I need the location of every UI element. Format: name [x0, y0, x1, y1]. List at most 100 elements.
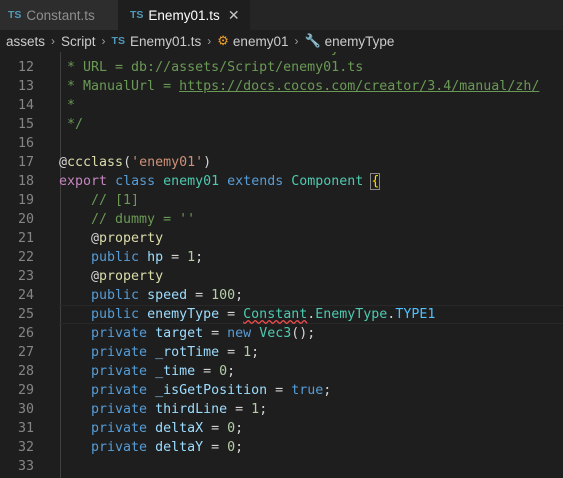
tab-label: Constant.ts [26, 7, 95, 23]
code-line[interactable]: 25 public enemyType = Constant.EnemyType… [0, 305, 563, 324]
breadcrumb-property[interactable]: 🔧 enemyType [304, 33, 394, 49]
breadcrumb-class-label: enemy01 [232, 33, 289, 49]
code-line[interactable]: 24 public speed = 100; [0, 286, 563, 305]
code-token: Vec3 [259, 326, 292, 341]
class-symbol-icon: ⚙ [217, 33, 229, 48]
code-token: */ [59, 117, 84, 132]
code-token: private [59, 421, 148, 436]
code-token: ; [323, 383, 332, 398]
code-line[interactable]: 17 @ccclass('enemy01') [0, 153, 563, 172]
typescript-file-icon: TS [8, 9, 22, 21]
code-line[interactable]: 20 // dummy = '' [0, 210, 563, 229]
line-number: 15 [17, 117, 34, 132]
chevron-right-icon: › [294, 34, 299, 48]
code-text: private target = new Vec3(); [59, 324, 315, 343]
code-token: ; [235, 288, 244, 303]
code-line[interactable]: 16 [0, 134, 563, 153]
breadcrumb-class[interactable]: ⚙ enemy01 [217, 33, 288, 49]
breadcrumb-assets[interactable]: assets [6, 34, 45, 49]
chevron-right-icon: › [101, 34, 106, 48]
line-number: 28 [17, 364, 34, 379]
line-number: 25 [17, 307, 34, 322]
code-text: * URL = db://assets/Script/enemy01.ts [59, 58, 363, 77]
code-line[interactable]: 31 private deltaX = 0; [0, 419, 563, 438]
code-text: @ccclass('enemy01') [59, 153, 211, 172]
line-number: 31 [17, 421, 34, 436]
chevron-right-icon: › [51, 34, 56, 48]
line-number: 33 [17, 459, 34, 474]
line-number: 22 [17, 250, 34, 265]
tab-enemy01-ts[interactable]: TS Enemy01.ts ✕ [118, 0, 250, 30]
code-token: 1 [187, 250, 196, 265]
code-token: enemyType [147, 307, 220, 322]
line-number: 21 [17, 231, 34, 246]
code-token: private [59, 345, 148, 360]
code-line[interactable]: 19 // [1] [0, 191, 563, 210]
code-token: { [370, 173, 381, 190]
code-token: private [59, 440, 148, 455]
code-token: ; [235, 421, 244, 436]
line-number: 19 [17, 193, 34, 208]
code-line[interactable]: 21 @property [0, 229, 563, 248]
code-text: * ManualUrl = https://docs.cocos.com/cre… [59, 77, 539, 96]
code-text: export class enemy01 extends Component { [59, 172, 381, 191]
code-token: ) [203, 155, 212, 170]
code-text: // dummy = '' [59, 210, 195, 229]
code-line[interactable]: 32 private deltaY = 0; [0, 438, 563, 457]
code-token: (); [291, 326, 316, 341]
code-line[interactable]: 29 private _isGetPosition = true; [0, 381, 563, 400]
code-token: TYPE1 [395, 307, 436, 322]
code-token: 1 [251, 402, 260, 417]
typescript-file-icon: TS [130, 9, 144, 21]
code-token: hp [147, 250, 164, 265]
line-number: 14 [17, 98, 34, 113]
code-token: 100 [211, 288, 236, 303]
code-token: ; [227, 364, 236, 379]
code-token: export [59, 174, 108, 189]
code-editor[interactable]: 11 * FileBasenameNoExtension = enemy0112… [0, 52, 563, 478]
tab-constant-ts[interactable]: TS Constant.ts [0, 0, 118, 30]
code-token: ccclass [67, 155, 124, 170]
code-line[interactable]: 26 private target = new Vec3(); [0, 324, 563, 343]
code-token: private [59, 383, 148, 398]
line-number: 16 [17, 136, 34, 151]
code-line[interactable]: 28 private _time = 0; [0, 362, 563, 381]
breadcrumb-file-label: Enemy01.ts [129, 33, 202, 49]
code-line[interactable]: 14 * [0, 96, 563, 115]
code-token: ; [259, 402, 268, 417]
code-line[interactable]: 22 public hp = 1; [0, 248, 563, 267]
code-line[interactable]: 30 private thirdLine = 1; [0, 400, 563, 419]
code-line[interactable]: 15 */ [0, 115, 563, 134]
code-text: private _rotTime = 1; [59, 343, 259, 362]
code-text: @property [59, 267, 163, 286]
code-token: // [1] [59, 193, 140, 208]
code-line[interactable]: 27 private _rotTime = 1; [0, 343, 563, 362]
breadcrumb: assets › Script › TS Enemy01.ts › ⚙ enem… [0, 30, 563, 52]
code-token: = [219, 307, 244, 322]
code-line[interactable]: 12 * URL = db://assets/Script/enemy01.ts [0, 58, 563, 77]
code-text: public hp = 1; [59, 248, 203, 267]
code-token: class [115, 174, 156, 189]
breadcrumb-file[interactable]: TS Enemy01.ts [112, 34, 202, 49]
code-line[interactable]: 18 export class enemy01 extends Component… [0, 172, 563, 191]
code-token: ; [251, 345, 260, 360]
code-token: = [227, 402, 252, 417]
code-text: public enemyType = Constant.EnemyType.TY… [59, 305, 435, 324]
typescript-file-icon: TS [111, 35, 125, 47]
tab-label: Enemy01.ts [148, 7, 220, 23]
code-line[interactable]: 33 [0, 457, 563, 476]
code-text: */ [59, 115, 83, 134]
code-line[interactable]: 23 @property [0, 267, 563, 286]
code-line[interactable]: 13 * ManualUrl = https://docs.cocos.com/… [0, 77, 563, 96]
line-number: 30 [17, 402, 34, 417]
breadcrumb-script[interactable]: Script [61, 34, 96, 49]
code-token: 'enemy01' [131, 155, 204, 170]
code-token: speed [147, 288, 188, 303]
close-icon[interactable]: ✕ [226, 7, 242, 24]
